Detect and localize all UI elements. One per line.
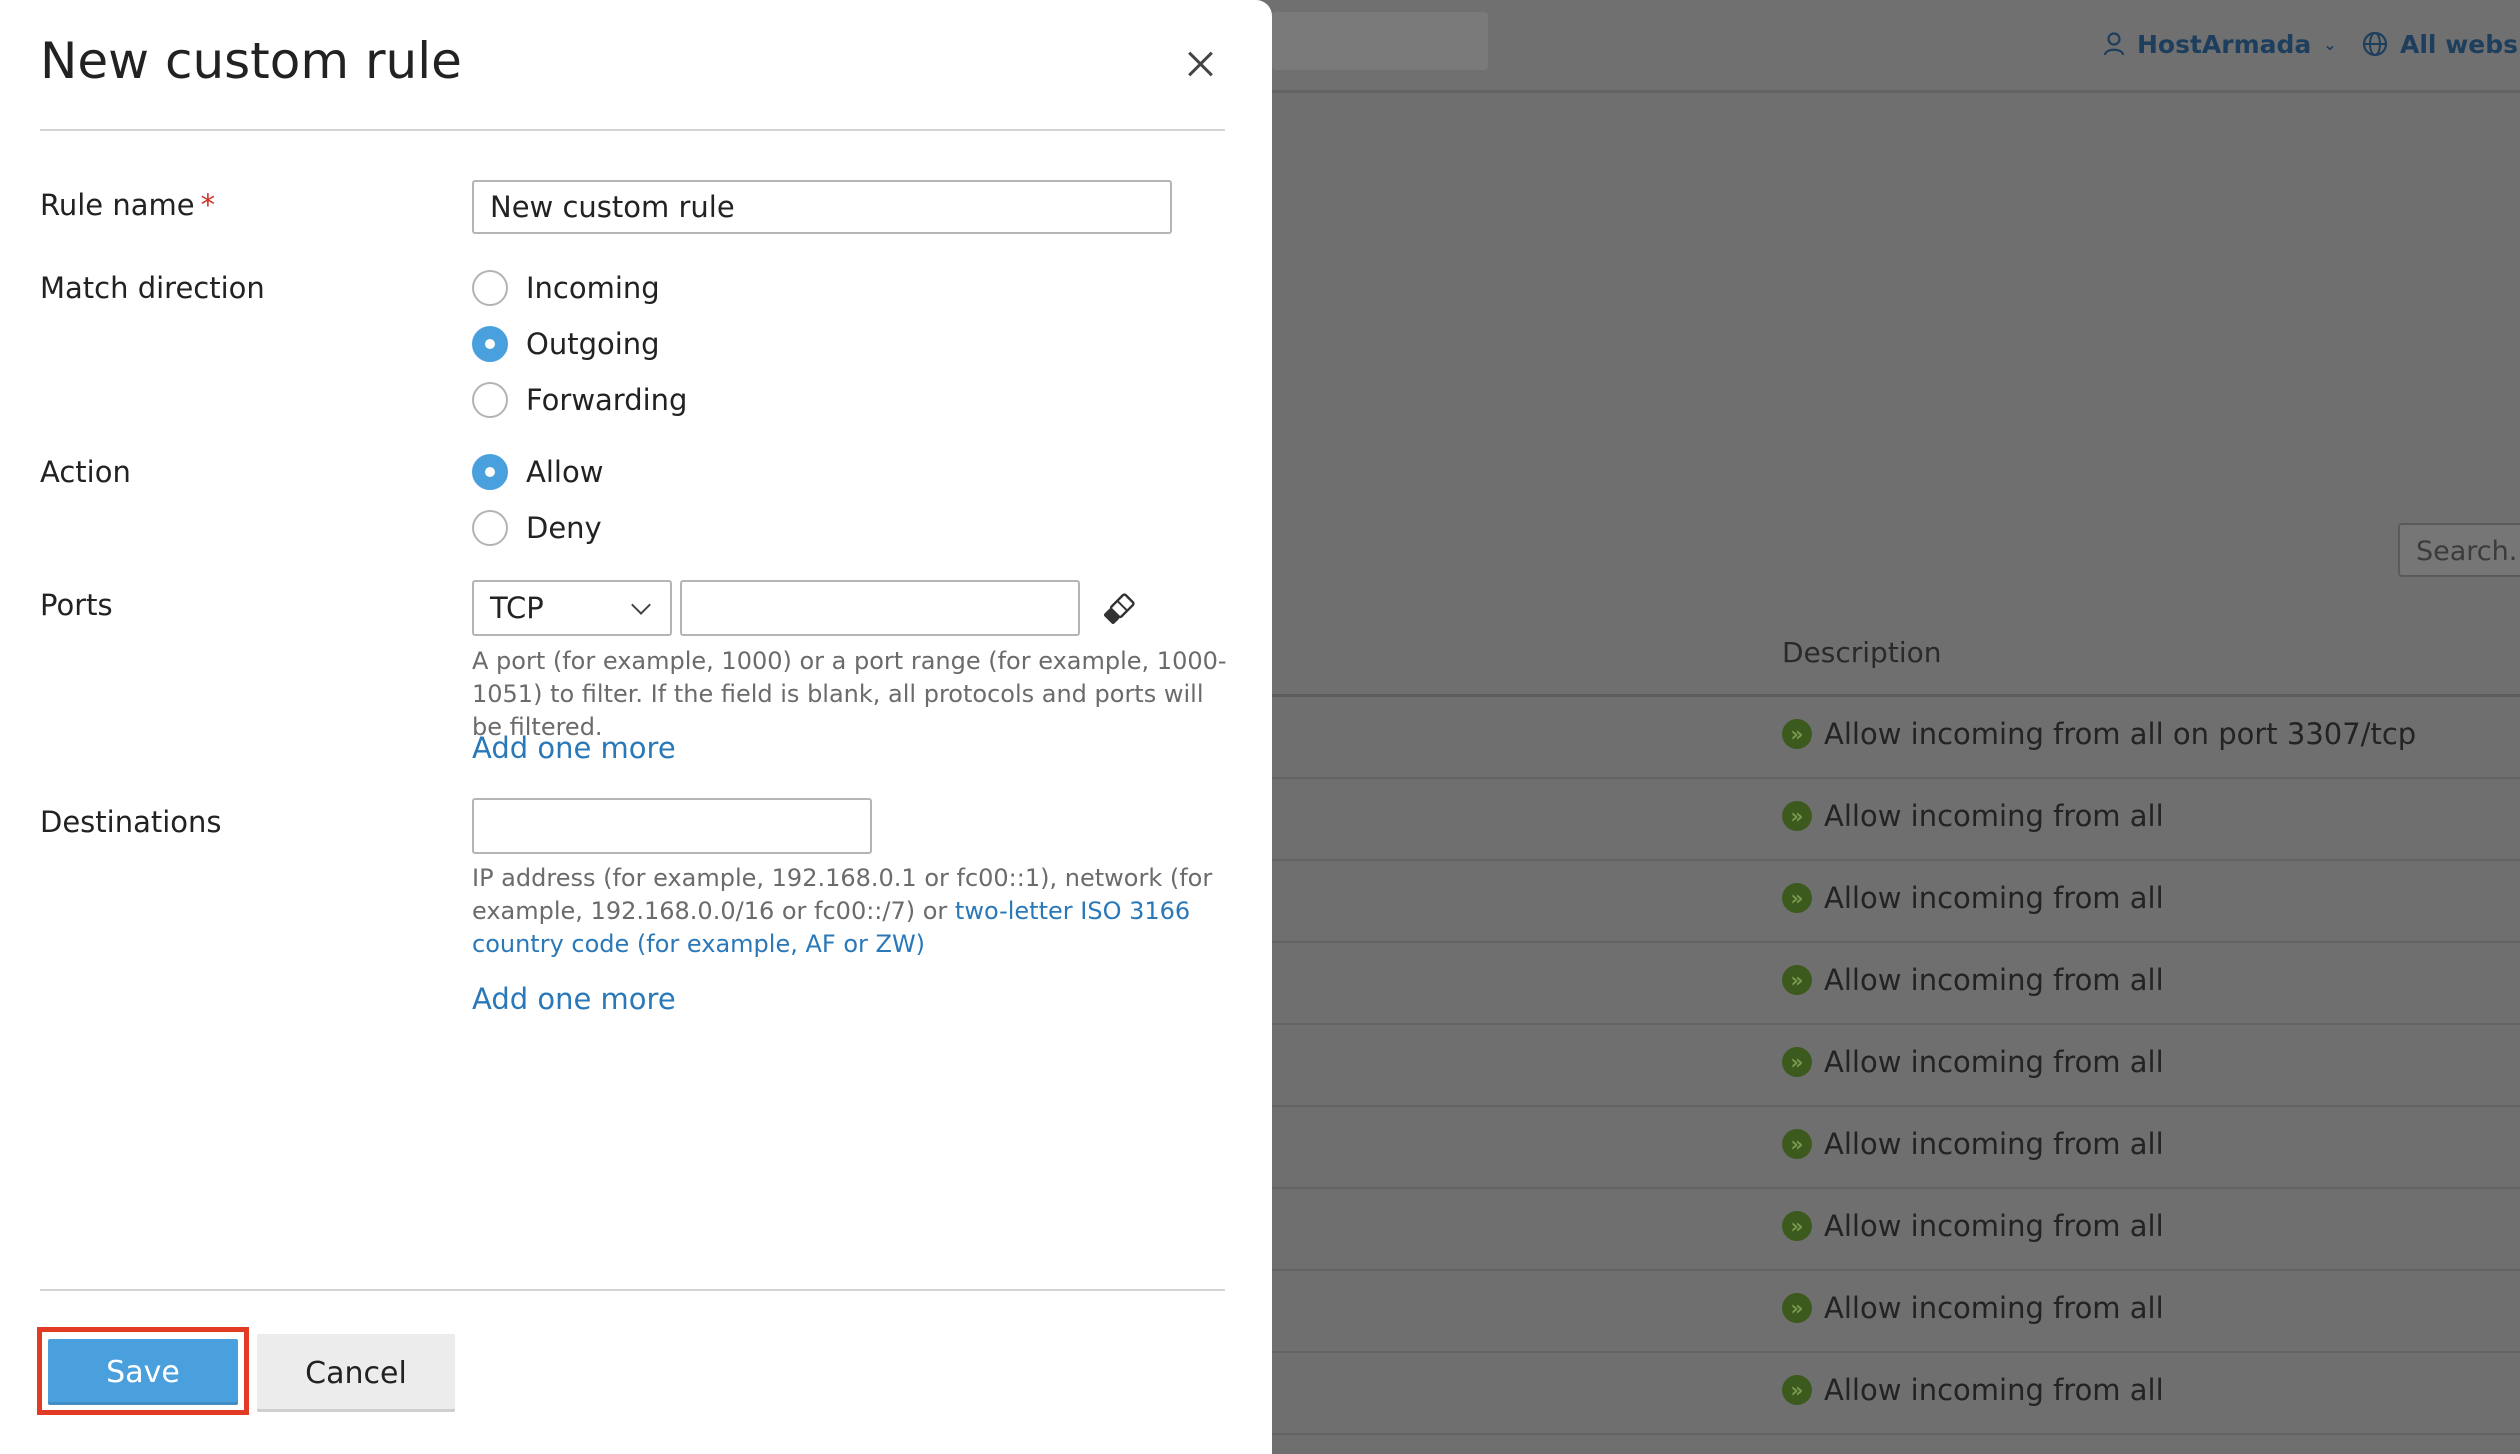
new-custom-rule-dialog: New custom rule Rule name* Match directi… <box>0 0 1272 1454</box>
action-label: Action <box>40 455 131 489</box>
table-row: » Allow incoming from all <box>1272 1107 2520 1189</box>
dialog-title: New custom rule <box>40 32 462 90</box>
protocol-select-value: TCP <box>490 591 544 625</box>
rule-name-input[interactable] <box>472 180 1172 234</box>
chevron-down-icon <box>631 595 651 615</box>
user-menu-label: HostArmada <box>2137 29 2312 59</box>
rule-name-label: Rule name * <box>40 188 215 222</box>
row-description: Allow incoming from all on port 3307/tcp <box>1824 717 2417 751</box>
status-ok-icon: » <box>1782 1129 1812 1159</box>
user-icon <box>2103 32 2125 56</box>
ports-hint: A port (for example, 1000) or a port ran… <box>472 647 1227 741</box>
table-row: » Allow incoming from all <box>1272 861 2520 943</box>
description-column-header: Description <box>1782 636 1942 669</box>
table-row: » Allow incoming from all <box>1272 1189 2520 1271</box>
radio-outgoing[interactable]: Outgoing <box>472 326 660 362</box>
row-description: Allow incoming from all <box>1824 963 2164 997</box>
webspaces-menu: All webspa <box>2362 24 2520 64</box>
radio-label: Allow <box>526 455 604 489</box>
radio-button[interactable] <box>472 382 508 418</box>
row-description: Allow incoming from all <box>1824 799 2164 833</box>
row-description: Allow incoming from all <box>1824 1291 2164 1325</box>
match-direction-label: Match direction <box>40 271 265 305</box>
radio-incoming[interactable]: Incoming <box>472 270 660 306</box>
destinations-label: Destinations <box>40 805 222 839</box>
table-search-input: Search... <box>2398 523 2520 577</box>
status-ok-icon: » <box>1782 1375 1812 1405</box>
cancel-button[interactable]: Cancel <box>257 1334 455 1412</box>
row-description: Allow incoming from all <box>1824 1127 2164 1161</box>
rule-name-label-text: Rule name <box>40 188 195 222</box>
radio-label: Incoming <box>526 271 660 305</box>
close-icon[interactable] <box>1180 44 1220 84</box>
user-menu: HostArmada ⌄ <box>2103 24 2337 64</box>
table-row: » Allow incoming from all <box>1272 1025 2520 1107</box>
globe-icon <box>2362 31 2388 57</box>
rules-table-body: » Allow incoming from all on port 3307/tc… <box>1272 697 2520 1435</box>
destinations-add-one-more-link[interactable]: Add one more <box>472 982 676 1016</box>
radio-label: Deny <box>526 511 602 545</box>
radio-label: Outgoing <box>526 327 660 361</box>
global-search-box <box>1272 12 1488 70</box>
radio-forwarding[interactable]: Forwarding <box>472 382 687 418</box>
row-description: Allow incoming from all <box>1824 881 2164 915</box>
table-row: » Allow incoming from all on port 3307/tc… <box>1272 697 2520 779</box>
table-row: » Allow incoming from all <box>1272 1271 2520 1353</box>
webspaces-menu-label: All webspa <box>2400 29 2520 59</box>
table-row: » Allow incoming from all <box>1272 1353 2520 1435</box>
destinations-input[interactable] <box>472 798 872 854</box>
divider <box>40 129 1225 131</box>
status-ok-icon: » <box>1782 1211 1812 1241</box>
save-button[interactable]: Save <box>48 1339 238 1405</box>
table-header: Description <box>1272 620 2520 697</box>
radio-button[interactable] <box>472 454 508 490</box>
radio-button[interactable] <box>472 270 508 306</box>
radio-button[interactable] <box>472 326 508 362</box>
destinations-hint: IP address (for example, 192.168.0.1 or … <box>472 862 1232 961</box>
status-ok-icon: » <box>1782 883 1812 913</box>
table-row: » Allow incoming from all <box>1272 779 2520 861</box>
radio-button[interactable] <box>472 510 508 546</box>
protocol-select[interactable]: TCP <box>472 580 672 636</box>
status-ok-icon: » <box>1782 1047 1812 1077</box>
status-ok-icon: » <box>1782 719 1812 749</box>
status-ok-icon: » <box>1782 965 1812 995</box>
divider <box>40 1289 1225 1291</box>
radio-label: Forwarding <box>526 383 688 417</box>
ports-label: Ports <box>40 588 113 622</box>
table-row: » Allow incoming from all <box>1272 943 2520 1025</box>
row-description: Allow incoming from all <box>1824 1209 2164 1243</box>
row-description: Allow incoming from all <box>1824 1373 2164 1407</box>
radio-deny[interactable]: Deny <box>472 510 602 546</box>
clear-eraser-icon[interactable] <box>1098 590 1138 630</box>
ports-add-one-more-link[interactable]: Add one more <box>472 731 676 765</box>
chevron-down-icon: ⌄ <box>2323 34 2337 54</box>
required-mark: * <box>200 188 216 222</box>
status-ok-icon: » <box>1782 1293 1812 1323</box>
radio-allow[interactable]: Allow <box>472 454 603 490</box>
status-ok-icon: » <box>1782 801 1812 831</box>
row-description: Allow incoming from all <box>1824 1045 2164 1079</box>
port-input[interactable] <box>680 580 1080 636</box>
